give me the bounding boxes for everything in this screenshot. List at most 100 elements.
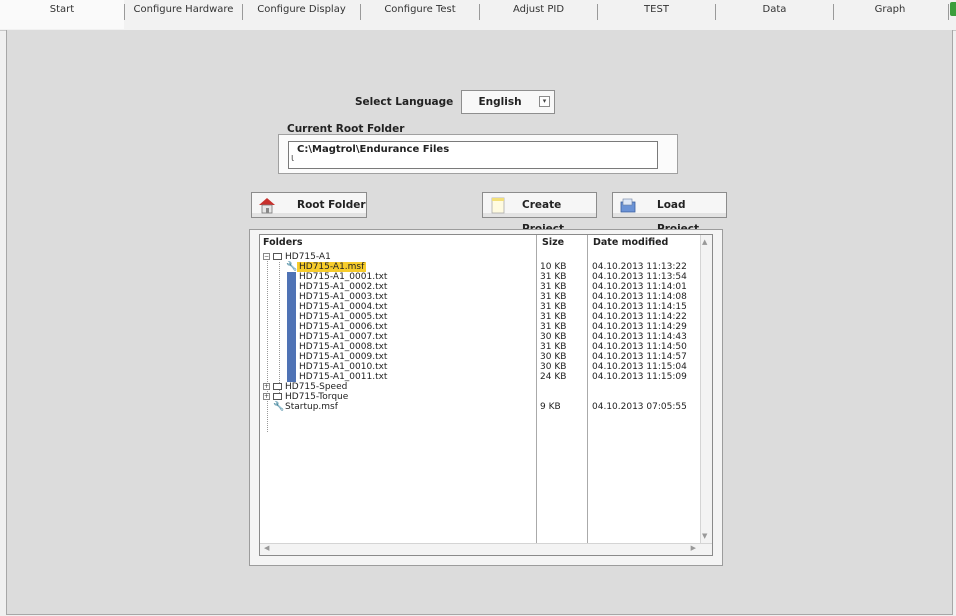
file-date: 04.10.2013 11:13:22 bbox=[592, 262, 687, 272]
scroll-right-icon[interactable]: ▶ bbox=[691, 544, 696, 552]
tree-item-name: HD715-A1_0005.txt bbox=[299, 312, 388, 322]
create-project-button[interactable]: Create Project bbox=[482, 192, 597, 235]
tab-start[interactable]: Start bbox=[0, 0, 124, 29]
tree-row-file[interactable]: HD715-A1_0009.txt 30 KB 04.10.2013 11:14… bbox=[260, 352, 700, 362]
tree-row-file[interactable]: HD715-A1_0001.txt 31 KB 04.10.2013 11:13… bbox=[260, 272, 700, 282]
tree-row-file[interactable]: HD715-A1_0003.txt 31 KB 04.10.2013 11:14… bbox=[260, 292, 700, 302]
tree-item-name: HD715-A1_0004.txt bbox=[299, 302, 388, 312]
file-date: 04.10.2013 11:14:22 bbox=[592, 312, 687, 322]
file-date: 04.10.2013 11:14:50 bbox=[592, 342, 687, 352]
tab-configure-display[interactable]: Configure Display bbox=[243, 0, 360, 29]
language-dropdown[interactable]: English ▾ bbox=[461, 90, 555, 114]
text-file-icon bbox=[287, 352, 296, 362]
file-date: 04.10.2013 11:14:08 bbox=[592, 292, 687, 302]
tab-graph[interactable]: Graph bbox=[834, 0, 946, 29]
tab-label: Configure Display bbox=[257, 4, 346, 15]
text-file-icon bbox=[287, 362, 296, 372]
file-size: 31 KB bbox=[540, 272, 567, 282]
folder-icon bbox=[273, 393, 282, 400]
tab-label: Configure Test bbox=[384, 4, 456, 15]
tree-row-file[interactable]: 🔧 Startup.msf 9 KB 04.10.2013 07:05:55 bbox=[260, 402, 700, 412]
tree-row-folder[interactable]: − HD715-A1 bbox=[260, 252, 700, 262]
selection-highlight: HD715-A1.msf bbox=[297, 262, 367, 272]
tree-item-name: HD715-A1_0009.txt bbox=[299, 352, 388, 362]
column-header-size[interactable]: Size bbox=[542, 237, 564, 248]
tab-label: Start bbox=[49, 4, 75, 15]
load-project-button[interactable]: Load Project bbox=[612, 192, 727, 235]
scroll-down-icon[interactable]: ▼ bbox=[702, 532, 707, 540]
tab-configure-test[interactable]: Configure Test bbox=[361, 0, 479, 29]
tab-label: Graph bbox=[874, 4, 906, 15]
tree-row-file[interactable]: HD715-A1_0008.txt 31 KB 04.10.2013 11:14… bbox=[260, 342, 700, 352]
new-document-icon bbox=[491, 197, 505, 214]
file-date: 04.10.2013 11:13:54 bbox=[592, 272, 687, 282]
tree-item-name: HD715-A1_0008.txt bbox=[299, 342, 388, 352]
text-file-icon bbox=[287, 312, 296, 322]
text-file-icon bbox=[287, 342, 296, 352]
file-tree-list[interactable]: Folders Size Date modified − HD715-A1 🔧 … bbox=[259, 234, 713, 556]
file-size: 31 KB bbox=[540, 342, 567, 352]
tree-item-name: HD715-A1_0007.txt bbox=[299, 332, 388, 342]
tab-label: Data bbox=[762, 4, 787, 15]
file-size: 9 KB bbox=[540, 402, 561, 412]
text-file-icon bbox=[287, 322, 296, 332]
expand-icon[interactable]: + bbox=[263, 393, 270, 400]
tree-row-file[interactable]: HD715-A1_0007.txt 30 KB 04.10.2013 11:14… bbox=[260, 332, 700, 342]
tab-divider bbox=[948, 4, 949, 20]
scroll-up-icon[interactable]: ▲ bbox=[702, 238, 707, 246]
file-size: 30 KB bbox=[540, 352, 567, 362]
tree-row-folder[interactable]: + HD715-Speed bbox=[260, 382, 700, 392]
tree-item-name: HD715-Speed bbox=[285, 382, 348, 392]
file-date: 04.10.2013 11:14:43 bbox=[592, 332, 687, 342]
text-file-icon bbox=[287, 292, 296, 302]
dropdown-arrow-icon[interactable]: ▾ bbox=[539, 96, 550, 107]
tree-row-file[interactable]: HD715-A1_0010.txt 30 KB 04.10.2013 11:15… bbox=[260, 362, 700, 372]
file-date: 04.10.2013 11:14:01 bbox=[592, 282, 687, 292]
text-file-icon bbox=[287, 272, 296, 282]
tree-item-name: HD715-A1_0006.txt bbox=[299, 322, 388, 332]
column-header-date[interactable]: Date modified bbox=[593, 237, 668, 248]
tree-item-name: HD715-A1 bbox=[285, 252, 331, 262]
tree-row-file[interactable]: HD715-A1_0004.txt 31 KB 04.10.2013 11:14… bbox=[260, 302, 700, 312]
root-folder-path: C:\Magtrol\Endurance Files bbox=[297, 144, 450, 155]
scroll-left-icon[interactable]: ◀ bbox=[264, 544, 269, 552]
expand-icon[interactable]: + bbox=[263, 383, 270, 390]
folder-icon bbox=[273, 383, 282, 390]
folder-icon bbox=[273, 253, 282, 260]
tree-item-name: HD715-A1_0003.txt bbox=[299, 292, 388, 302]
tree-row-file[interactable]: HD715-A1_0006.txt 31 KB 04.10.2013 11:14… bbox=[260, 322, 700, 332]
tab-data[interactable]: Data bbox=[716, 0, 833, 29]
text-file-icon bbox=[287, 372, 296, 382]
root-folder-path-field[interactable]: Ɩ C:\Magtrol\Endurance Files bbox=[288, 141, 658, 169]
tree-row-file[interactable]: 🔧 HD715-A1.msf 10 KB 04.10.2013 11:13:22 bbox=[260, 262, 700, 272]
tree-row-file[interactable]: HD715-A1_0005.txt 31 KB 04.10.2013 11:14… bbox=[260, 312, 700, 322]
tab-label: Adjust PID bbox=[512, 4, 565, 15]
horizontal-scrollbar[interactable]: ◀ ▶ bbox=[260, 543, 712, 555]
file-size: 31 KB bbox=[540, 302, 567, 312]
vertical-scrollbar[interactable]: ▲ ▼ bbox=[700, 235, 712, 543]
file-size: 30 KB bbox=[540, 362, 567, 372]
tree-row-file[interactable]: HD715-A1_0002.txt 31 KB 04.10.2013 11:14… bbox=[260, 282, 700, 292]
column-header-folders[interactable]: Folders bbox=[263, 237, 302, 248]
text-file-icon bbox=[287, 302, 296, 312]
tree-row-folder[interactable]: + HD715-Torque bbox=[260, 392, 700, 402]
file-size: 31 KB bbox=[540, 282, 567, 292]
select-language-label: Select Language bbox=[355, 96, 454, 108]
tab-adjust-pid[interactable]: Adjust PID bbox=[480, 0, 597, 29]
file-size: 31 KB bbox=[540, 292, 567, 302]
open-folder-icon bbox=[620, 198, 636, 213]
file-size: 31 KB bbox=[540, 322, 567, 332]
file-date: 04.10.2013 11:15:09 bbox=[592, 372, 687, 382]
collapse-icon[interactable]: − bbox=[263, 253, 270, 260]
tab-configure-hardware[interactable]: Configure Hardware bbox=[125, 0, 242, 29]
root-folder-button[interactable]: Root Folder bbox=[251, 192, 367, 218]
tree-row-file[interactable]: HD715-A1_0011.txt 24 KB 04.10.2013 11:15… bbox=[260, 372, 700, 382]
tab-bar: Start Configure Hardware Configure Displ… bbox=[0, 0, 956, 31]
tree-item-name: HD715-Torque bbox=[285, 392, 349, 402]
tab-label: TEST bbox=[644, 4, 669, 15]
root-folder-button-label: Root Folder bbox=[297, 199, 366, 211]
tree-item-name: HD715-A1_0001.txt bbox=[299, 272, 388, 282]
wrench-icon: 🔧 bbox=[273, 402, 285, 412]
tab-test[interactable]: TEST bbox=[598, 0, 715, 29]
language-value: English bbox=[478, 96, 522, 108]
